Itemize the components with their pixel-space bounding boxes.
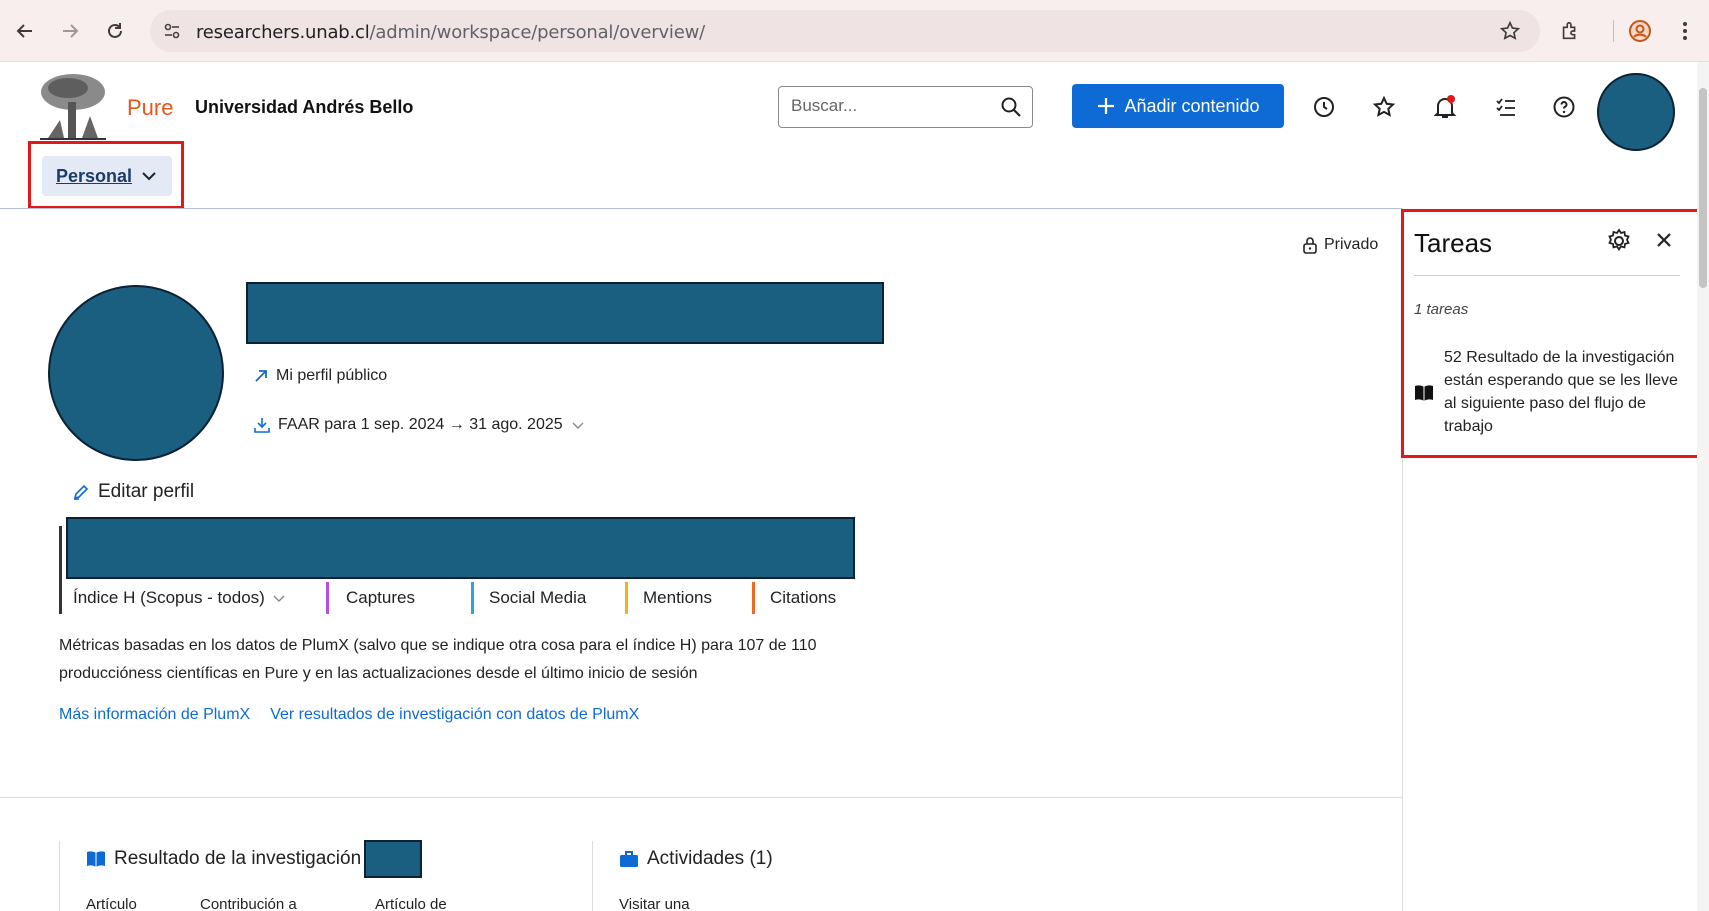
search-icon[interactable] [1000, 96, 1022, 118]
user-avatar[interactable] [1597, 73, 1675, 151]
research-output-title: Resultado de la investigación [114, 848, 362, 869]
research-output-heading[interactable]: Resultado de la investigación [86, 848, 361, 870]
brand-product[interactable]: Pure [127, 95, 173, 121]
chevron-down-icon [572, 422, 584, 429]
privacy-label: Privado [1324, 236, 1379, 253]
highlight-box-tasks [1401, 209, 1703, 458]
public-profile-link[interactable]: Mi perfil público [254, 367, 387, 385]
content-divider [0, 797, 1402, 798]
metric-bar [471, 582, 474, 614]
research-type-article-of[interactable]: Artículo de [375, 896, 447, 911]
favorites-star-icon[interactable] [1369, 92, 1399, 122]
redacted-count [364, 840, 422, 878]
page-scrollbar[interactable] [1697, 62, 1709, 911]
metric-mentions[interactable]: Mentions [625, 582, 752, 614]
browser-menu-icon[interactable] [1670, 16, 1700, 46]
lock-icon [1303, 237, 1317, 254]
public-profile-label: Mi perfil público [276, 367, 388, 384]
profile-photo [48, 285, 224, 461]
search-field[interactable] [778, 86, 1033, 128]
site-info-icon[interactable] [162, 21, 182, 41]
metric-bar [59, 582, 62, 614]
url-text: researchers.unab.cl/admin/workspace/pers… [196, 22, 705, 43]
metric-h-index[interactable]: Índice H (Scopus - todos) [59, 582, 327, 614]
plumx-results-link[interactable]: Ver resultados de investigación con dato… [270, 706, 639, 724]
help-icon[interactable] [1549, 92, 1579, 122]
metric-bar [625, 582, 628, 614]
elsevier-logo[interactable] [38, 72, 108, 142]
add-content-button[interactable]: Añadir contenido [1072, 84, 1284, 128]
toolbar-divider [1613, 20, 1614, 42]
section-divider [592, 841, 593, 911]
bookmark-star-icon[interactable] [1495, 16, 1525, 46]
activities-title: Actividades (1) [647, 848, 773, 869]
edit-profile-label: Editar perfil [98, 481, 195, 502]
forward-icon[interactable] [55, 16, 85, 46]
browser-toolbar: researchers.unab.cl/admin/workspace/pers… [0, 0, 1709, 62]
privacy-status[interactable]: Privado [1302, 236, 1378, 254]
activity-type-visit[interactable]: Visitar una [619, 896, 690, 911]
reload-icon[interactable] [100, 16, 130, 46]
profile-icon[interactable] [1625, 16, 1655, 46]
metric-label: Social Media [489, 588, 587, 607]
notifications-bell-icon[interactable] [1430, 92, 1460, 122]
extensions-icon[interactable] [1555, 16, 1585, 46]
history-icon[interactable] [1309, 92, 1339, 122]
add-content-label: Añadir contenido [1124, 95, 1260, 116]
briefcase-icon [620, 851, 638, 867]
plumx-links: Más información de PlumX Ver resultados … [59, 706, 639, 724]
metric-bar [752, 582, 755, 614]
address-bar[interactable]: researchers.unab.cl/admin/workspace/pers… [150, 10, 1540, 52]
external-arrow-icon [255, 370, 267, 382]
faar-period-dropdown[interactable]: FAAR para 1 sep. 2024 → 31 ago. 2025 [254, 416, 585, 434]
back-icon[interactable] [10, 16, 40, 46]
brand-organization[interactable]: Universidad Andrés Bello [195, 97, 413, 118]
activities-heading[interactable]: Actividades (1) [619, 848, 773, 870]
metric-label: Captures [346, 588, 415, 607]
metric-bar [326, 582, 329, 614]
research-type-contribution[interactable]: Contribución a [200, 896, 297, 911]
metric-citations[interactable]: Citations [752, 582, 872, 614]
metric-label: Índice H (Scopus - todos) [73, 588, 265, 607]
metric-label: Mentions [643, 588, 712, 607]
tasks-list-icon[interactable] [1491, 92, 1521, 122]
plus-icon [1098, 98, 1115, 114]
plumx-more-info-link[interactable]: Más información de PlumX [59, 706, 250, 724]
download-icon [254, 418, 270, 433]
metric-captures[interactable]: Captures [326, 582, 471, 614]
research-type-article[interactable]: Artículo [86, 896, 137, 911]
metric-label: Citations [770, 588, 837, 607]
search-input[interactable] [791, 87, 991, 125]
pencil-icon [73, 484, 89, 500]
plumx-description: Métricas basadas en los datos de PlumX (… [59, 637, 817, 682]
highlight-box-workspace [28, 141, 184, 209]
section-divider [59, 841, 60, 911]
metric-social-media[interactable]: Social Media [471, 582, 625, 614]
edit-profile-button[interactable]: Editar perfil [72, 481, 194, 503]
redacted-metrics [66, 517, 855, 579]
redacted-name [246, 282, 884, 344]
book-icon [87, 851, 105, 867]
chevron-down-icon [273, 595, 285, 602]
scroll-thumb[interactable] [1699, 88, 1707, 288]
faar-label: FAAR para 1 sep. 2024 → 31 ago. 2025 [278, 416, 563, 433]
